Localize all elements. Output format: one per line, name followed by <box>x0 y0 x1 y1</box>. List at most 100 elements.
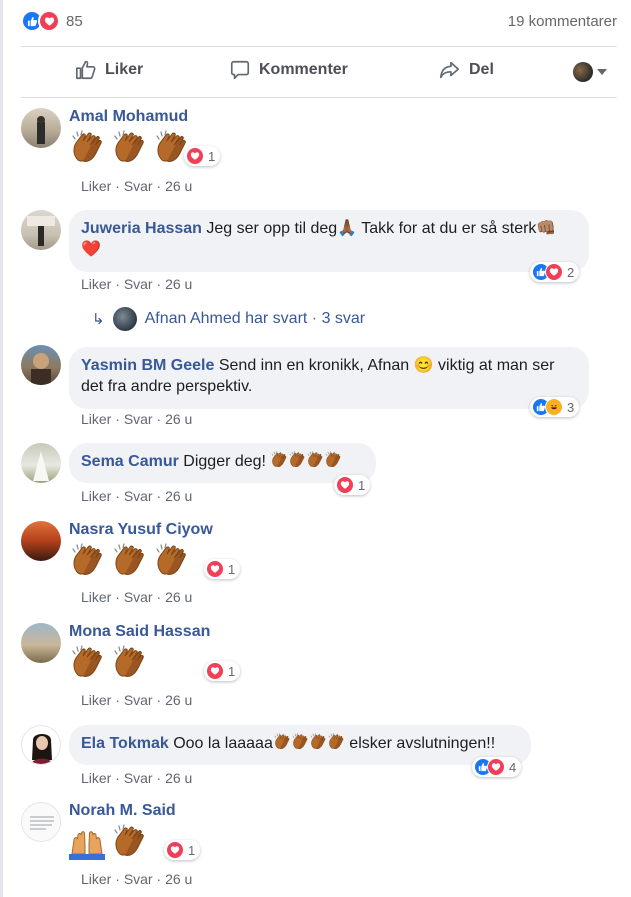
clapping-hands-icon <box>288 451 306 469</box>
comment-button[interactable]: Kommenter <box>229 59 607 81</box>
clapping-hands-icon <box>69 645 105 681</box>
comment-count-link[interactable]: 19 kommentarer <box>508 13 617 30</box>
thumbs-up-icon <box>76 60 96 80</box>
comment-timestamp[interactable]: 26 u <box>165 692 192 708</box>
comment: Amal Mohamud 1 Liker · Svar · 26 u <box>21 108 621 198</box>
like-button[interactable]: Liker <box>75 59 143 81</box>
comment-reaction-pill[interactable]: 1 <box>334 475 371 495</box>
clapping-hands-icon <box>306 451 324 469</box>
comment-like-link[interactable]: Liker <box>81 770 111 786</box>
comment-author[interactable]: Sema Camur <box>81 453 179 470</box>
haha-reaction-icon <box>545 398 563 416</box>
comment-bubble: Juweria Hassan Jeg ser opp til deg🙏🏾 Tak… <box>69 210 589 272</box>
comment-reply-link[interactable]: Svar <box>124 692 153 708</box>
comment-reaction-pill[interactable]: 1 <box>164 840 201 860</box>
comment-like-link[interactable]: Liker <box>81 488 111 504</box>
share-button[interactable]: Del <box>439 59 494 81</box>
comment-timestamp[interactable]: 26 u <box>165 276 192 292</box>
comment-timestamp[interactable]: 26 u <box>165 589 192 605</box>
comment-timestamp[interactable]: 26 u <box>165 770 192 786</box>
reaction-count[interactable]: 85 <box>66 13 83 30</box>
comment-reaction-pill[interactable]: 2 <box>530 262 580 282</box>
like-button-label: Liker <box>105 61 144 78</box>
raising-hands-icon <box>69 824 105 860</box>
avatar[interactable] <box>21 443 61 483</box>
clapping-hands-icon <box>309 733 327 751</box>
clapping-hands-icon <box>111 130 147 166</box>
love-reaction-icon[interactable] <box>38 10 60 32</box>
comment-actions: Liker · Svar · 26 u <box>81 178 193 194</box>
comment: Mona Said Hassan 1 Liker · Svar · 26 u <box>21 623 621 713</box>
love-reaction-icon <box>186 147 204 165</box>
comment-text: elsker avslutningen!! <box>344 735 496 752</box>
comment-like-link[interactable]: Liker <box>81 411 111 427</box>
comment-reply-link[interactable]: Svar <box>124 770 153 786</box>
comment-reaction-pill[interactable]: 1 <box>204 559 241 579</box>
avatar[interactable] <box>21 623 61 663</box>
love-reaction-icon <box>545 263 563 281</box>
comment-timestamp[interactable]: 26 u <box>165 871 192 887</box>
emoji-content <box>69 130 189 166</box>
avatar[interactable] <box>21 521 61 561</box>
reactions-summary: 85 19 kommentarer <box>21 8 617 34</box>
comment-author[interactable]: Amal Mohamud <box>69 108 189 126</box>
comment-as-selector[interactable] <box>573 62 607 82</box>
comment-like-link[interactable]: Liker <box>81 589 111 605</box>
comment-author[interactable]: Mona Said Hassan <box>69 623 210 641</box>
card-edge <box>0 0 3 897</box>
comment-reaction-pill[interactable]: 3 <box>530 397 580 417</box>
post-comments-card: 85 19 kommentarer Liker Kommenter Del Am… <box>0 0 631 897</box>
comment-author[interactable]: Nasra Yusuf Ciyow <box>69 521 213 539</box>
love-reaction-icon <box>206 560 224 578</box>
comment-reply-link[interactable]: Svar <box>124 488 153 504</box>
action-bar: Liker Kommenter Del <box>21 46 617 98</box>
avatar[interactable] <box>21 210 61 250</box>
reply-arrow-icon: ↳ <box>92 311 105 328</box>
comment-like-link[interactable]: Liker <box>81 178 111 194</box>
avatar[interactable] <box>21 725 61 765</box>
comment: Ela Tokmak Ooo la laaaaa elsker avslutni… <box>21 725 621 795</box>
clapping-hands-icon <box>153 543 189 579</box>
love-reaction-icon <box>336 476 354 494</box>
comment-actions: Liker · Svar · 26 u <box>81 276 193 292</box>
clapping-hands-icon <box>327 733 345 751</box>
clapping-hands-icon <box>291 733 309 751</box>
avatar[interactable] <box>21 802 61 842</box>
comment-author[interactable]: Norah M. Said <box>69 802 176 820</box>
comment-author[interactable]: Yasmin BM Geele <box>81 357 214 374</box>
comment-actions: Liker · Svar · 26 u <box>81 488 193 504</box>
comment-actions: Liker · Svar · 26 u <box>81 871 193 887</box>
profile-avatar <box>573 62 593 82</box>
emoji-content <box>69 543 213 579</box>
clapping-hands-icon <box>111 543 147 579</box>
comment-reply-link[interactable]: Svar <box>124 589 153 605</box>
clapping-hands-icon <box>153 130 189 166</box>
comment-reaction-pill[interactable]: 1 <box>184 146 221 166</box>
comment-actions: Liker · Svar · 26 u <box>81 770 193 786</box>
share-arrow-icon <box>440 61 460 79</box>
comment-like-link[interactable]: Liker <box>81 692 111 708</box>
clapping-hands-icon <box>324 451 342 469</box>
comment-timestamp[interactable]: 26 u <box>165 411 192 427</box>
comment-timestamp[interactable]: 26 u <box>165 488 192 504</box>
comment-reply-link[interactable]: Svar <box>124 178 153 194</box>
comment-text: Ooo la laaaaa <box>173 735 273 752</box>
avatar[interactable] <box>21 345 61 385</box>
clapping-hands-icon <box>270 451 288 469</box>
comment-author[interactable]: Juweria Hassan <box>81 220 202 237</box>
avatar[interactable] <box>21 108 61 148</box>
comment-reply-link[interactable]: Svar <box>124 276 153 292</box>
comment-reaction-pill[interactable]: 4 <box>472 757 522 777</box>
love-reaction-icon <box>206 662 224 680</box>
comment-actions: Liker · Svar · 26 u <box>81 411 193 427</box>
comment: Sema Camur Digger deg! 1 Liker · Svar · … <box>21 443 621 513</box>
comment-reply-link[interactable]: Svar <box>124 411 153 427</box>
comment-reaction-pill[interactable]: 1 <box>204 661 241 681</box>
love-reaction-icon <box>166 841 184 859</box>
view-replies-link[interactable]: ↳ Afnan Ahmed har svart · 3 svar <box>92 307 365 331</box>
comment-like-link[interactable]: Liker <box>81 871 111 887</box>
comment-author[interactable]: Ela Tokmak <box>81 735 169 752</box>
comment-like-link[interactable]: Liker <box>81 276 111 292</box>
comment-timestamp[interactable]: 26 u <box>165 178 192 194</box>
comment-reply-link[interactable]: Svar <box>124 871 153 887</box>
